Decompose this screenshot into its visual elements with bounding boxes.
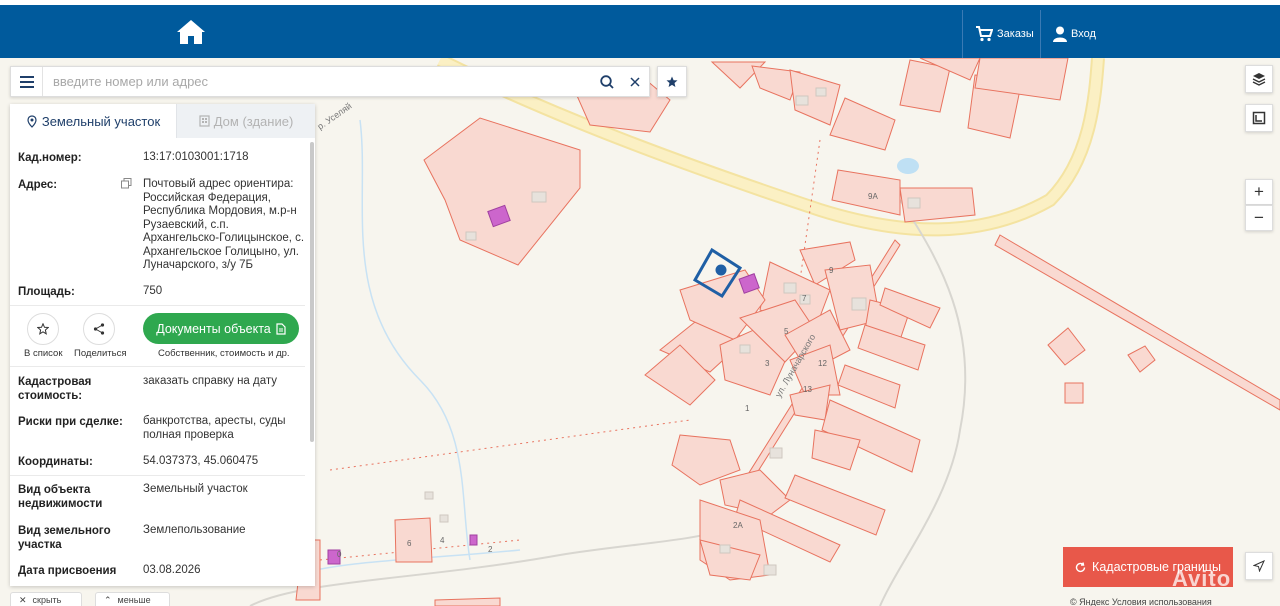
panel-scrollbar[interactable] [310, 142, 314, 442]
document-icon [276, 322, 286, 335]
risks-label: Риски при сделке: [18, 416, 123, 428]
clear-button[interactable] [621, 67, 649, 96]
search-bar [10, 66, 650, 97]
favorites-button[interactable] [657, 66, 687, 97]
svg-text:12: 12 [818, 359, 827, 368]
object-type-value: Земельный участок [143, 483, 248, 495]
area-label: Площадь: [18, 286, 75, 298]
cadastral-number-label: Кад.номер: [18, 152, 82, 164]
search-input[interactable] [43, 74, 593, 89]
tab-land-plot-label: Земельный участок [41, 113, 161, 129]
orders-label: Заказы [997, 28, 1034, 40]
share-label: Поделиться [74, 348, 127, 359]
cadastral-number-link[interactable]: 13:17:0103001:1718 [143, 151, 308, 165]
login-button[interactable]: Вход [1040, 10, 1110, 58]
location-arrow-icon [1253, 560, 1265, 572]
menu-button[interactable] [11, 67, 43, 96]
refresh-icon [1075, 561, 1086, 572]
collapse-panel-label: меньше [117, 595, 151, 605]
risks-text: банкротства, аресты, суды [143, 415, 286, 427]
svg-text:2: 2 [488, 545, 493, 554]
search-icon [600, 74, 614, 89]
add-to-list-label: В список [24, 348, 63, 359]
tab-land-plot[interactable]: Земельный участок [10, 104, 176, 138]
map-copyright[interactable]: © Яндекс Условия использования [1070, 597, 1212, 606]
assignment-date-value: 03.08.2026 [143, 564, 201, 576]
svg-text:6: 6 [407, 539, 412, 548]
panel-tabs: Земельный участок Дом (здание) [10, 104, 315, 138]
star-outline-icon [37, 323, 49, 335]
svg-text:0: 0 [337, 550, 342, 559]
hamburger-icon [19, 75, 34, 88]
star-icon [666, 76, 678, 87]
documents-note: Собственник, стоимость и др. [158, 348, 290, 359]
layers-button[interactable] [1245, 65, 1273, 93]
home-icon[interactable] [176, 18, 206, 46]
close-icon: ✕ [19, 594, 27, 605]
user-icon [1053, 26, 1067, 42]
share-icon [93, 323, 105, 335]
svg-text:2А: 2А [733, 521, 743, 530]
address-label: Адрес: [18, 179, 58, 191]
legend-icon [1252, 111, 1266, 125]
tab-house-label: Дом (здание) [213, 113, 294, 129]
top-bar: Заказы Вход [0, 0, 1280, 58]
login-label: Вход [1071, 28, 1096, 40]
legend-button[interactable] [1245, 104, 1273, 132]
documents-button-label: Документы объекта [156, 321, 271, 336]
hide-panel-label: скрыть [32, 595, 62, 605]
geolocate-button[interactable] [1245, 552, 1273, 580]
zoom-in-button[interactable]: + [1245, 179, 1273, 205]
order-certificate-link[interactable]: заказать справку на дату [143, 375, 308, 389]
share-button[interactable] [83, 313, 115, 345]
svg-text:3: 3 [765, 359, 770, 368]
svg-text:4: 4 [440, 536, 445, 545]
svg-text:7: 7 [802, 294, 807, 303]
hide-panel-button[interactable]: ✕ скрыть [10, 592, 82, 606]
zoom-out-button[interactable]: − [1245, 205, 1273, 231]
coordinates-label: Координаты: [18, 456, 93, 468]
building-icon [199, 115, 210, 127]
svg-text:13: 13 [803, 385, 812, 394]
object-type-label: Вид объекта недвижимости [18, 484, 103, 510]
orders-button[interactable]: Заказы [962, 10, 1040, 58]
cadastral-value-label: Кадастровая стоимость: [18, 376, 92, 402]
cart-icon [976, 26, 993, 42]
divider [10, 475, 305, 476]
divider [10, 366, 305, 367]
add-to-list-button[interactable] [27, 313, 59, 345]
app: 9А 9 7 5 3 12 13 1 2А 642 0 ул. Луначарского р… [0, 0, 1280, 606]
svg-text:9А: 9А [868, 192, 878, 201]
close-icon [630, 76, 640, 87]
tab-house[interactable]: Дом (здание) [176, 104, 315, 138]
svg-text:9: 9 [829, 266, 834, 275]
svg-text:1: 1 [745, 404, 750, 413]
avito-watermark: Avito [1172, 566, 1232, 591]
address-value: Почтовый адрес ориентира: Российская Фед… [143, 178, 305, 271]
collapse-panel-button[interactable]: ⌃ меньше [95, 592, 170, 606]
land-type-label: Вид земельного участка [18, 525, 111, 551]
copy-icon[interactable] [121, 178, 132, 189]
map-pin-icon [27, 114, 37, 128]
address-row: Адрес: Почтовый адрес ориентира: Российс… [18, 178, 308, 278]
search-button[interactable] [593, 67, 621, 96]
land-type-value: Землепользование [143, 524, 246, 536]
layers-icon [1252, 73, 1266, 86]
svg-text:5: 5 [784, 327, 789, 336]
divider [10, 305, 305, 306]
area-value: 750 [143, 285, 163, 297]
full-check-link[interactable]: полная проверка [143, 429, 308, 443]
coordinates-value: 54.037373, 45.060475 [143, 455, 259, 467]
object-info-panel: Земельный участок Дом (здание) Кад.номер… [10, 104, 315, 586]
chevron-up-icon: ⌃ [104, 594, 112, 605]
assignment-date-label: Дата присвоения [18, 565, 117, 577]
documents-button[interactable]: Документы объекта [143, 313, 299, 344]
